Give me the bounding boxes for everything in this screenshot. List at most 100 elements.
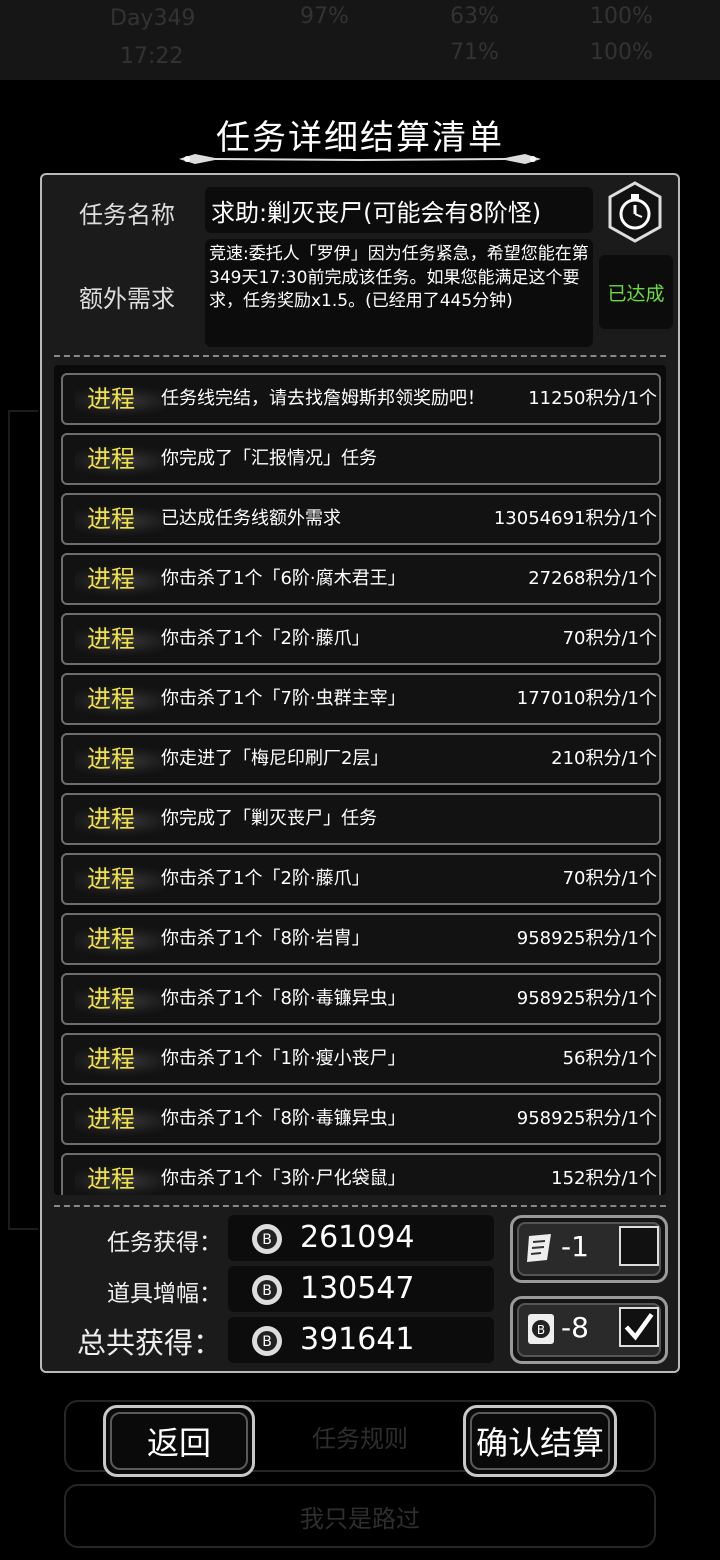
progress-text: 你走进了「梅尼印刷厂2层」 xyxy=(161,748,389,769)
progress-text: 你击杀了1个「2阶·藤爪」 xyxy=(161,628,370,649)
progress-points: 56积分/1个 xyxy=(562,1048,657,1069)
stat-text: 63% xyxy=(450,4,499,29)
stat-text: 71% xyxy=(450,40,499,65)
task-name-value: 求助:剿灭丧尸(可能会有8阶怪) xyxy=(205,187,593,233)
list-item: 进程 你击杀了1个「8阶·毒镰异虫」 958925积分/1个 xyxy=(61,973,661,1025)
coin-icon: B xyxy=(252,1326,282,1356)
progress-tag: 进程 xyxy=(75,375,165,423)
scroll-icon xyxy=(527,1234,551,1262)
list-item: 进程 你击杀了1个「7阶·虫群主宰」 177010积分/1个 xyxy=(61,673,661,725)
scroll-item-count: -1 xyxy=(561,1230,589,1263)
progress-tag: 进程 xyxy=(75,555,165,603)
progress-tag: 进程 xyxy=(75,435,165,483)
progress-text: 你击杀了1个「7阶·虫群主宰」 xyxy=(161,688,406,709)
progress-points: 13054691积分/1个 xyxy=(493,508,657,529)
progress-tag: 进程 xyxy=(75,1155,165,1195)
coin-card-icon: B xyxy=(528,1314,554,1344)
progress-points: 27268积分/1个 xyxy=(528,568,657,589)
progress-points: 958925积分/1个 xyxy=(516,928,657,949)
progress-points: 70积分/1个 xyxy=(562,628,657,649)
divider xyxy=(54,1205,666,1207)
task-name-label: 任务名称 xyxy=(79,201,175,229)
progress-text: 你击杀了1个「8阶·岩胄」 xyxy=(161,928,370,949)
total-reward-label: 总共获得： xyxy=(76,1326,222,1360)
svg-text:B: B xyxy=(262,1232,272,1248)
progress-text: 你击杀了1个「8阶·毒镰异虫」 xyxy=(161,1108,406,1129)
progress-text: 你击杀了1个「1阶·瘦小丧尸」 xyxy=(161,1048,406,1069)
svg-text:B: B xyxy=(262,1334,272,1350)
progress-points: 11250积分/1个 xyxy=(528,388,657,409)
progress-text: 你击杀了1个「3阶·尸化袋鼠」 xyxy=(161,1168,406,1189)
progress-text: 已达成任务线额外需求 xyxy=(161,508,341,529)
scroll-item-toggle[interactable]: -1 xyxy=(510,1215,668,1283)
progress-text: 你击杀了1个「8阶·毒镰异虫」 xyxy=(161,988,406,1009)
progress-tag: 进程 xyxy=(75,1035,165,1083)
total-reward-box: B 391641 xyxy=(228,1317,494,1363)
item-bonus-label: 道具增幅： xyxy=(107,1281,222,1307)
progress-points: 177010积分/1个 xyxy=(516,688,657,709)
extra-requirement-text: 竞速:委托人「罗伊」因为任务紧急，希望您能在第349天17:30前完成该任务。如… xyxy=(205,239,593,347)
list-item: 进程 你击杀了1个「8阶·毒镰异虫」 958925积分/1个 xyxy=(61,1093,661,1145)
extra-status-badge: 已达成 xyxy=(599,255,673,329)
progress-text: 你完成了「汇报情况」任务 xyxy=(161,448,377,469)
progress-text: 你击杀了1个「2阶·藤爪」 xyxy=(161,868,370,889)
list-item: 进程 你击杀了1个「1阶·瘦小丧尸」 56积分/1个 xyxy=(61,1033,661,1085)
coin-card-item-checkbox[interactable] xyxy=(619,1307,659,1347)
progress-tag: 进程 xyxy=(75,915,165,963)
day-text: Day349 xyxy=(110,6,196,31)
list-item: 进程 你完成了「剿灭丧尸」任务 xyxy=(61,793,661,845)
stat-text: 100% xyxy=(590,4,653,29)
progress-tag: 进程 xyxy=(75,795,165,843)
list-item: 进程 你击杀了1个「8阶·岩胄」 958925积分/1个 xyxy=(61,913,661,965)
status-bar: Day349 17:22 97% 63% 100% 71% 100% xyxy=(0,0,720,80)
list-item: 进程 你走进了「梅尼印刷厂2层」 210积分/1个 xyxy=(61,733,661,785)
confirm-settlement-button[interactable]: 确认结算 xyxy=(463,1405,617,1477)
progress-tag: 进程 xyxy=(75,495,165,543)
coin-card-item-toggle[interactable]: B -8 xyxy=(510,1296,668,1364)
back-button[interactable]: 返回 xyxy=(103,1405,255,1477)
progress-list[interactable]: 进程 任务线完结，请去找詹姆斯邦领奖励吧！ 11250积分/1个 进程 你完成了… xyxy=(54,365,666,1195)
svg-text:B: B xyxy=(262,1283,272,1299)
check-icon xyxy=(624,1313,654,1341)
list-item: 进程 你击杀了1个「2阶·藤爪」 70积分/1个 xyxy=(61,613,661,665)
title-ornament xyxy=(179,154,541,164)
task-reward-value: 261094 xyxy=(300,1220,415,1255)
progress-tag: 进程 xyxy=(75,1095,165,1143)
progress-tag: 进程 xyxy=(75,615,165,663)
list-item: 进程 你完成了「汇报情况」任务 xyxy=(61,433,661,485)
progress-points: 958925积分/1个 xyxy=(516,988,657,1009)
stat-text: 97% xyxy=(300,4,349,29)
settlement-panel: 任务名称 求助:剿灭丧尸(可能会有8阶怪) 额外需求 竞速:委托人「罗伊」因为任… xyxy=(40,173,680,1373)
progress-tag: 进程 xyxy=(75,675,165,723)
progress-points: 70积分/1个 xyxy=(562,868,657,889)
item-bonus-value: 130547 xyxy=(300,1271,415,1306)
progress-tag: 进程 xyxy=(75,975,165,1023)
background-frame xyxy=(8,410,38,1230)
progress-tag: 进程 xyxy=(75,855,165,903)
coin-icon: B xyxy=(252,1275,282,1305)
task-reward-label: 任务获得： xyxy=(107,1230,222,1256)
just-passing-button[interactable]: 我只是路过 xyxy=(64,1484,656,1548)
list-item: 进程 已达成任务线额外需求 13054691积分/1个 xyxy=(61,493,661,545)
total-reward-value: 391641 xyxy=(300,1322,415,1357)
progress-points: 210积分/1个 xyxy=(551,748,657,769)
divider xyxy=(54,355,666,357)
time-text: 17:22 xyxy=(120,44,184,69)
stopwatch-icon xyxy=(608,181,662,243)
stat-text: 100% xyxy=(590,40,653,65)
scroll-item-checkbox[interactable] xyxy=(619,1226,659,1266)
progress-text: 你击杀了1个「6阶·腐木君王」 xyxy=(161,568,406,589)
list-item: 进程 你击杀了1个「6阶·腐木君王」 27268积分/1个 xyxy=(61,553,661,605)
progress-text: 任务线完结，请去找詹姆斯邦领奖励吧！ xyxy=(161,388,485,409)
svg-text:B: B xyxy=(537,1323,545,1337)
list-item: 进程 你击杀了1个「3阶·尸化袋鼠」 152积分/1个 xyxy=(61,1153,661,1195)
list-item: 进程 任务线完结，请去找詹姆斯邦领奖励吧！ 11250积分/1个 xyxy=(61,373,661,425)
task-reward-box: B 261094 xyxy=(228,1215,494,1261)
progress-points: 152积分/1个 xyxy=(551,1168,657,1189)
item-bonus-box: B 130547 xyxy=(228,1266,494,1312)
coin-icon: B xyxy=(252,1224,282,1254)
extra-requirement-label: 额外需求 xyxy=(79,285,175,313)
progress-points: 958925积分/1个 xyxy=(516,1108,657,1129)
progress-tag: 进程 xyxy=(75,735,165,783)
list-item: 进程 你击杀了1个「2阶·藤爪」 70积分/1个 xyxy=(61,853,661,905)
